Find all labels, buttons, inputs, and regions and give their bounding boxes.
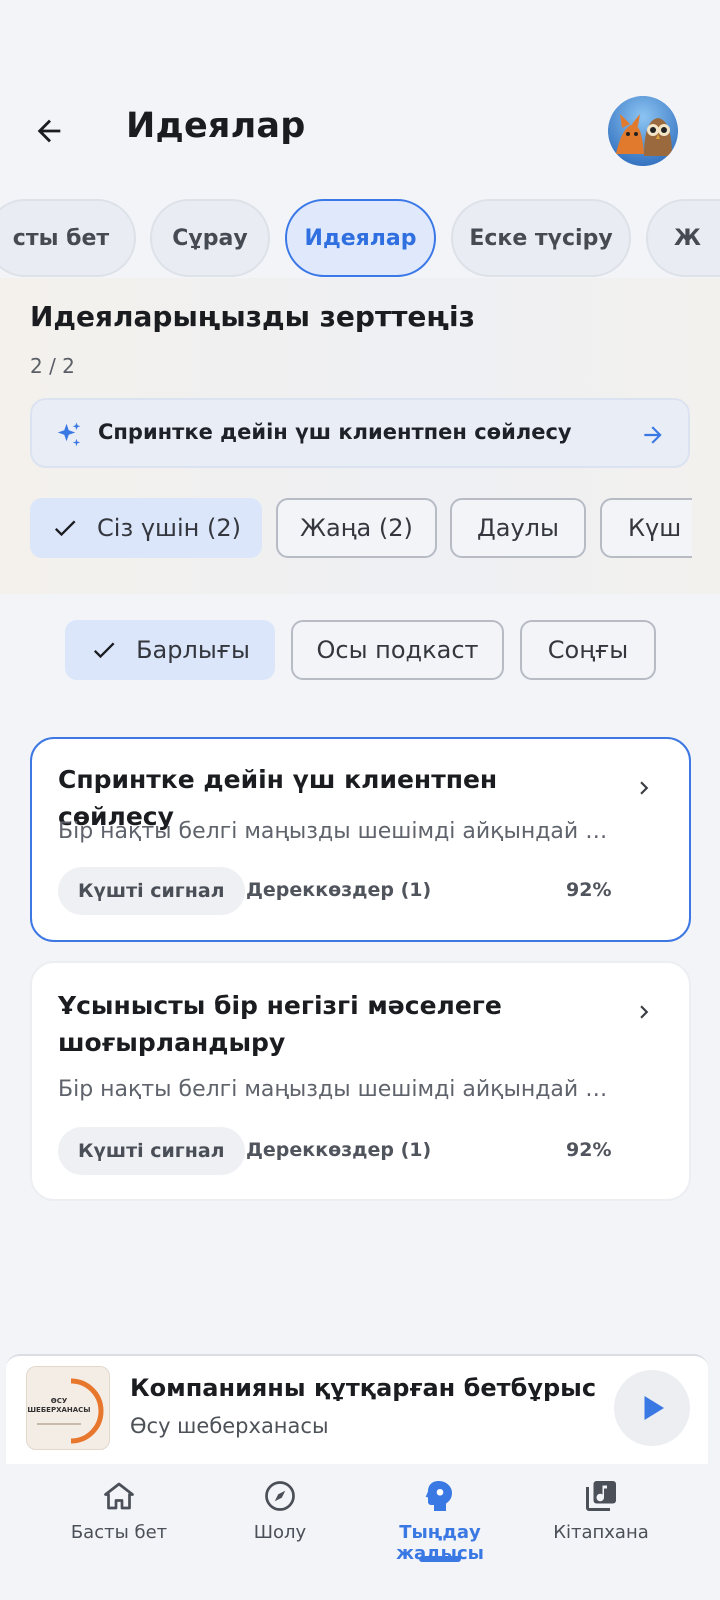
idea-description: Бір нақты белгі маңызды шешімді айқындай… [58,819,618,844]
brain-head-icon [425,1481,452,1511]
avatar-fox-owl-icon [608,96,678,166]
tab-ideas[interactable]: Идеялар [285,199,436,277]
suggestion-banner[interactable]: Спринтке дейін үш клиентпен сөйлесу [30,398,690,468]
play-icon [644,1396,664,1420]
cover-divider [37,1423,81,1425]
mini-player[interactable]: ӨСУ ШЕБЕРХАНАСЫ Компанияны құтқарған бет… [6,1354,708,1464]
check-icon [94,642,115,659]
home-icon [104,1482,134,1510]
page-title: Идеялар [126,106,306,146]
active-tab-indicator [419,1556,461,1562]
episode-cover: ӨСУ ШЕБЕРХАНАСЫ [26,1366,110,1450]
section-tabs: сты бет Сұрау Идеялар Еске түсіру Ж [0,199,720,279]
chip-label: Сіз үшін (2) [97,514,241,542]
arrow-right-icon [644,426,662,444]
suggestion-label: Спринтке дейін үш клиентпен сөйлесу [98,420,572,444]
check-icon [54,520,76,537]
nav-label: Басты бет [70,1522,168,1543]
chip-this-podcast[interactable]: Осы подкаст [291,620,504,680]
idea-title: Ұсынысты бір негізгі мәселеге шоғырланды… [58,991,502,1057]
sparkle-icon [57,422,81,447]
nav-label: Кітапхана [553,1522,649,1543]
chevron-right-icon [640,1005,649,1019]
back-button[interactable] [26,108,72,154]
confidence-percent: 92% [566,879,612,901]
scope-chips: Барлығы Осы подкаст Соңғы [0,620,720,684]
nav-browse[interactable]: Шолу [195,1464,365,1574]
chip-strong[interactable]: Күш [600,498,692,558]
cover-title: ӨСУ ШЕБЕРХАНАСЫ [27,1397,91,1414]
confidence-percent: 92% [566,1139,612,1161]
library-music-icon [586,1481,616,1511]
tab-recall[interactable]: Еске түсіру [451,199,631,277]
nav-library[interactable]: Кітапхана [516,1464,686,1574]
idea-card[interactable]: Ұсынысты бір негізгі мәселеге шоғырланды… [30,961,691,1201]
now-playing-subtitle: Өсу шеберханасы [130,1414,329,1438]
chip-label: Барлығы [136,636,250,664]
bottom-navigation: Басты бет Шолу Тыңдау жадысы Кітапхана [0,1464,720,1600]
signal-badge: Күшті сигнал [58,867,245,915]
signal-badge: Күшті сигнал [58,1127,245,1175]
now-playing-title: Компанияны құтқарған бетбұрыс [130,1374,597,1402]
tab-ask[interactable]: Сұрау [150,199,270,277]
nav-home[interactable]: Басты бет [34,1464,204,1574]
play-button[interactable] [614,1370,690,1446]
sources-count: Дереккөздер (1) [246,1139,432,1161]
app-header: Идеялар [0,88,720,172]
ideas-count: 2 / 2 [30,354,75,378]
compass-icon [265,1481,295,1511]
idea-description: Бір нақты белгі маңызды шешімді айқындай… [58,1077,618,1102]
tab-home[interactable]: сты бет [0,199,136,277]
idea-card[interactable]: Спринтке дейін үш клиентпен сөйлесу Бір … [30,737,691,942]
chip-controversial[interactable]: Даулы [450,498,586,558]
sources-count: Дереккөздер (1) [246,879,432,901]
avatar[interactable] [608,96,678,166]
hero-title: Идеяларыңызды зерттеңіз [30,300,475,333]
chip-recent[interactable]: Соңғы [520,620,656,680]
chip-all[interactable]: Барлығы [65,620,275,680]
chip-new[interactable]: Жаңа (2) [276,498,437,558]
arrow-left-icon [37,119,61,143]
filter-chips: Сіз үшін (2) Жаңа (2) Даулы Күш [30,498,692,562]
nav-label: Шолу [253,1522,307,1543]
ideas-hero: Идеяларыңызды зерттеңіз 2 / 2 Спринтке д… [0,278,720,594]
tab-more[interactable]: Ж [646,199,720,277]
chevron-right-icon [640,781,649,795]
chip-for-you[interactable]: Сіз үшін (2) [30,498,262,558]
